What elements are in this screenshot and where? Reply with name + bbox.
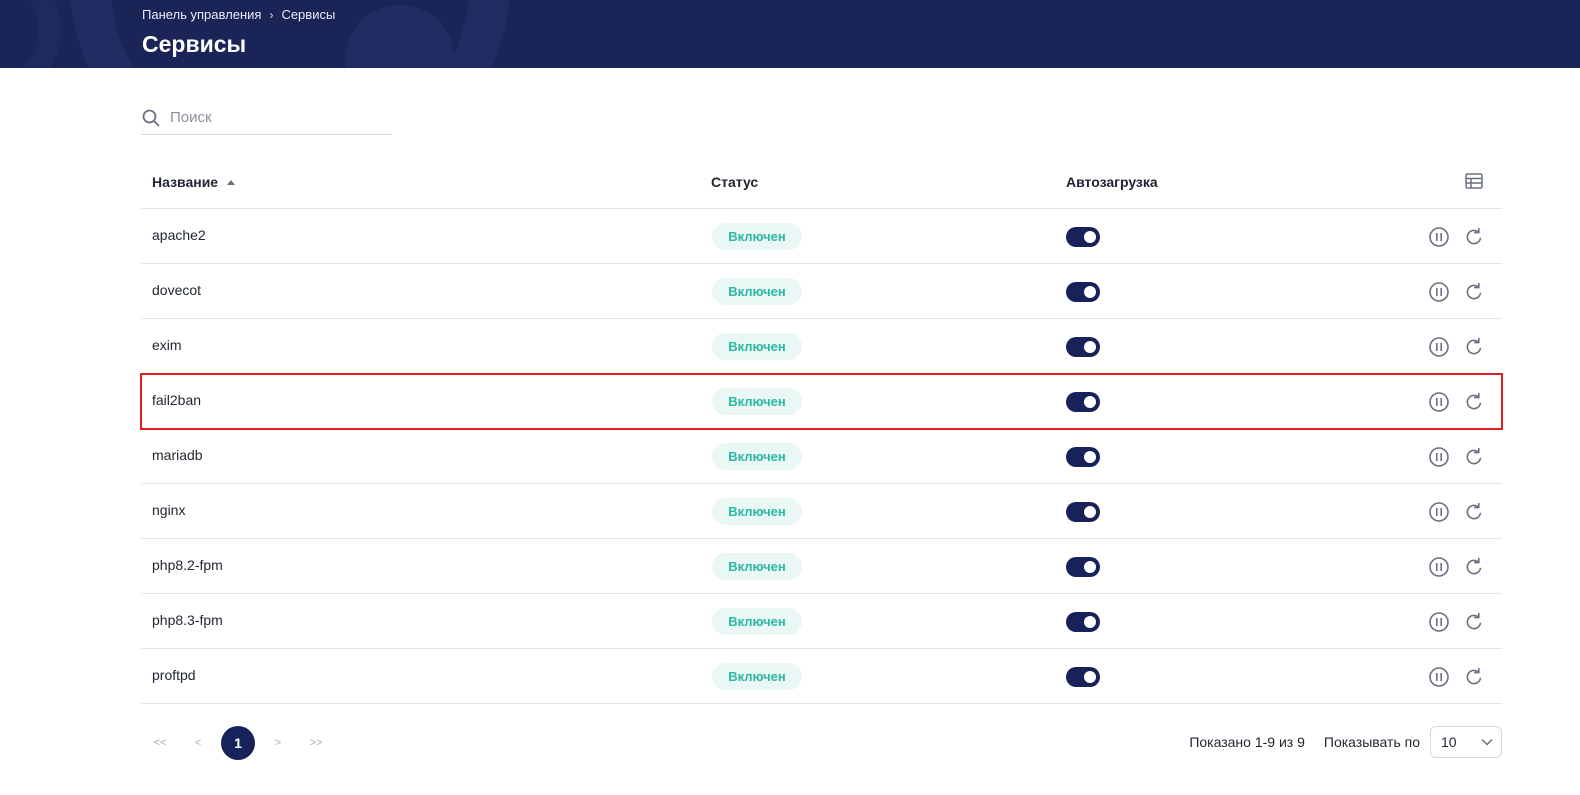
autostart-toggle[interactable] — [1066, 337, 1100, 357]
autostart-toggle[interactable] — [1066, 667, 1100, 687]
page-title: Сервисы — [142, 31, 247, 57]
toggle-knob — [1084, 671, 1096, 683]
service-name: nginx — [152, 502, 186, 518]
table-row[interactable]: php8.2-fpm Включен — [141, 539, 1502, 594]
autostart-toggle[interactable] — [1066, 502, 1100, 522]
autostart-toggle[interactable] — [1066, 612, 1100, 632]
table-row[interactable]: nginx Включен — [141, 484, 1502, 539]
toggle-knob — [1084, 396, 1096, 408]
restart-icon[interactable] — [1463, 666, 1485, 688]
table-row[interactable]: fail2ban Включен — [140, 373, 1503, 430]
restart-icon[interactable] — [1463, 226, 1485, 248]
service-name: exim — [152, 337, 182, 353]
restart-icon[interactable] — [1463, 281, 1485, 303]
restart-icon[interactable] — [1463, 336, 1485, 358]
pause-icon[interactable] — [1428, 281, 1450, 303]
column-header-name[interactable]: Название — [152, 174, 236, 190]
restart-icon[interactable] — [1463, 391, 1485, 413]
breadcrumb-chevron-icon: › — [269, 7, 274, 22]
table-body: apache2 Включен dovecot Включен exim Включен f… — [140, 209, 1503, 704]
pause-icon[interactable] — [1428, 336, 1450, 358]
table-footer: Показано 1-9 из 9 Показывать по 10 — [1189, 726, 1502, 758]
pause-icon[interactable] — [1428, 611, 1450, 633]
status-badge: Включен — [712, 608, 802, 635]
per-page-label: Показывать по — [1323, 734, 1420, 750]
shown-count: Показано 1-9 из 9 — [1189, 734, 1305, 750]
prev-page-button[interactable]: < — [179, 737, 217, 749]
autostart-toggle[interactable] — [1066, 392, 1100, 412]
breadcrumb-dashboard[interactable]: Панель управления — [142, 7, 261, 22]
status-badge: Включен — [712, 278, 802, 305]
pause-icon[interactable] — [1428, 446, 1450, 468]
status-badge: Включен — [712, 498, 802, 525]
table-row[interactable]: exim Включен — [141, 319, 1502, 374]
toggle-knob — [1084, 286, 1096, 298]
pause-icon[interactable] — [1428, 391, 1450, 413]
pause-icon[interactable] — [1428, 226, 1450, 248]
toggle-knob — [1084, 506, 1096, 518]
pause-icon[interactable] — [1428, 501, 1450, 523]
status-badge: Включен — [712, 223, 802, 250]
toggle-knob — [1084, 561, 1096, 573]
breadcrumb-services: Сервисы — [281, 7, 336, 22]
breadcrumb: Панель управления › Сервисы — [142, 7, 335, 22]
service-name: dovecot — [152, 282, 202, 298]
restart-icon[interactable] — [1463, 501, 1485, 523]
status-badge: Включен — [712, 333, 802, 360]
table-row[interactable]: dovecot Включен — [141, 264, 1502, 319]
services-table: Название Статус Автозагрузка apache2 Вклю… — [140, 155, 1503, 704]
pause-icon[interactable] — [1428, 666, 1450, 688]
autostart-toggle[interactable] — [1066, 227, 1100, 247]
search-box — [141, 101, 392, 135]
autostart-toggle[interactable] — [1066, 447, 1100, 467]
autostart-toggle[interactable] — [1066, 282, 1100, 302]
search-input[interactable] — [168, 108, 382, 127]
per-page-select[interactable]: 10 — [1430, 726, 1502, 758]
restart-icon[interactable] — [1463, 611, 1485, 633]
service-name: php8.3-fpm — [152, 612, 223, 628]
service-name: php8.2-fpm — [152, 557, 223, 573]
toggle-knob — [1084, 451, 1096, 463]
service-name: fail2ban — [152, 392, 202, 408]
autostart-toggle[interactable] — [1066, 557, 1100, 577]
table-row[interactable]: mariadb Включен — [141, 429, 1502, 484]
restart-icon[interactable] — [1463, 446, 1485, 468]
service-name: proftpd — [152, 667, 196, 683]
pause-icon[interactable] — [1428, 556, 1450, 578]
restart-icon[interactable] — [1463, 556, 1485, 578]
search-icon — [142, 109, 160, 126]
chevron-down-icon — [1481, 738, 1493, 746]
status-badge: Включен — [712, 388, 802, 415]
service-name: apache2 — [152, 227, 206, 243]
status-badge: Включен — [712, 663, 802, 690]
page-header: Панель управления › Сервисы Сервисы — [0, 0, 1580, 68]
per-page-value: 10 — [1441, 734, 1457, 750]
first-page-button[interactable]: << — [141, 737, 179, 749]
toggle-knob — [1084, 341, 1096, 353]
sort-asc-icon — [227, 179, 236, 185]
column-header-name-label: Название — [152, 174, 219, 190]
toggle-knob — [1084, 616, 1096, 628]
table-row[interactable]: php8.3-fpm Включен — [141, 594, 1502, 649]
status-badge: Включен — [712, 443, 802, 470]
column-header-status: Статус — [711, 174, 759, 190]
next-page-button[interactable]: > — [259, 737, 297, 749]
table-settings-icon[interactable] — [1465, 173, 1483, 189]
status-badge: Включен — [712, 553, 802, 580]
table-row[interactable]: proftpd Включен — [141, 649, 1502, 704]
toggle-knob — [1084, 231, 1096, 243]
page-1-button[interactable]: 1 — [221, 725, 255, 760]
service-name: mariadb — [152, 447, 203, 463]
last-page-button[interactable]: >> — [297, 737, 335, 749]
table-header: Название Статус Автозагрузка — [141, 155, 1502, 209]
table-row[interactable]: apache2 Включен — [141, 209, 1502, 264]
pagination: << < 1 > >> — [141, 725, 335, 760]
column-header-autostart: Автозагрузка — [1066, 174, 1158, 190]
